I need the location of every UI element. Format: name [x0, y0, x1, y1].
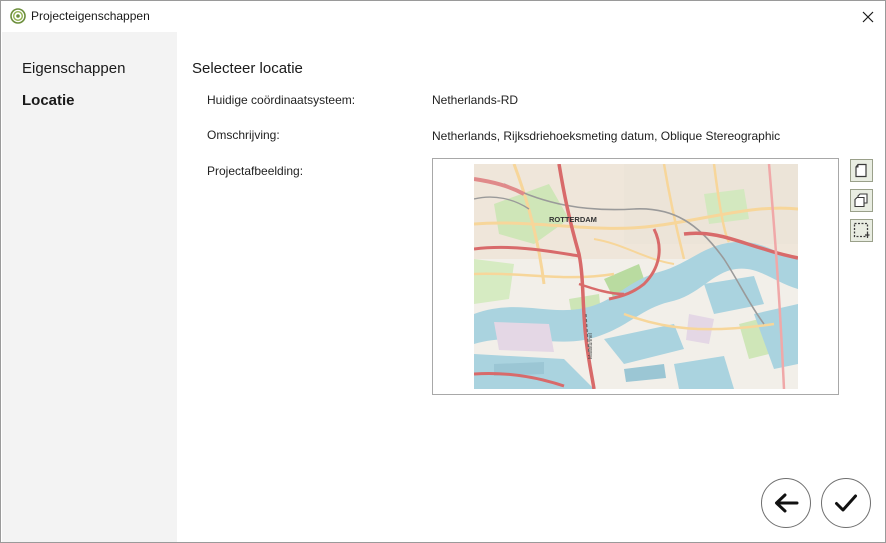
app-logo-icon: [10, 8, 26, 24]
title-bar: Projecteigenschappen: [1, 1, 885, 32]
confirm-button[interactable]: [821, 478, 871, 528]
field-label-coordinate-system: Huidige coördinaatsysteem:: [207, 93, 356, 107]
sidebar-item-eigenschappen[interactable]: Eigenschappen: [22, 60, 125, 77]
dialog-window: Projecteigenschappen Eigenschappen Locat…: [0, 0, 886, 543]
new-image-button[interactable]: [850, 159, 873, 182]
field-label-description: Omschrijving:: [207, 128, 280, 142]
main-content: Selecteer locatie Huidige coördinaatsyst…: [177, 32, 885, 542]
close-icon: [862, 11, 874, 22]
sidebar-item-locatie[interactable]: Locatie: [22, 92, 75, 109]
field-value-description: Netherlands, Rijksdriehoeksmeting datum,…: [432, 129, 781, 143]
arrow-left-icon: [775, 493, 799, 513]
copy-image-icon: [854, 193, 868, 208]
field-value-coordinate-system: Netherlands-RD: [432, 93, 519, 107]
field-label-project-image: Projectafbeelding:: [207, 164, 304, 178]
project-image-frame: ROTTERDAM Maastunnel: [432, 158, 839, 395]
select-area-icon: [853, 222, 870, 238]
project-map-image: ROTTERDAM Maastunnel: [474, 164, 798, 389]
close-button[interactable]: [851, 1, 885, 32]
select-area-button[interactable]: [850, 219, 873, 242]
map-road-label: Maastunnel: [588, 333, 594, 359]
window-title: Projecteigenschappen: [31, 9, 150, 23]
new-image-icon: [855, 163, 867, 178]
checkmark-icon: [835, 494, 857, 512]
sidebar: Eigenschappen Locatie: [2, 32, 177, 542]
back-button[interactable]: [761, 478, 811, 528]
map-city-label: ROTTERDAM: [549, 215, 597, 224]
section-title: Selecteer locatie: [192, 60, 303, 77]
copy-image-button[interactable]: [850, 189, 873, 212]
